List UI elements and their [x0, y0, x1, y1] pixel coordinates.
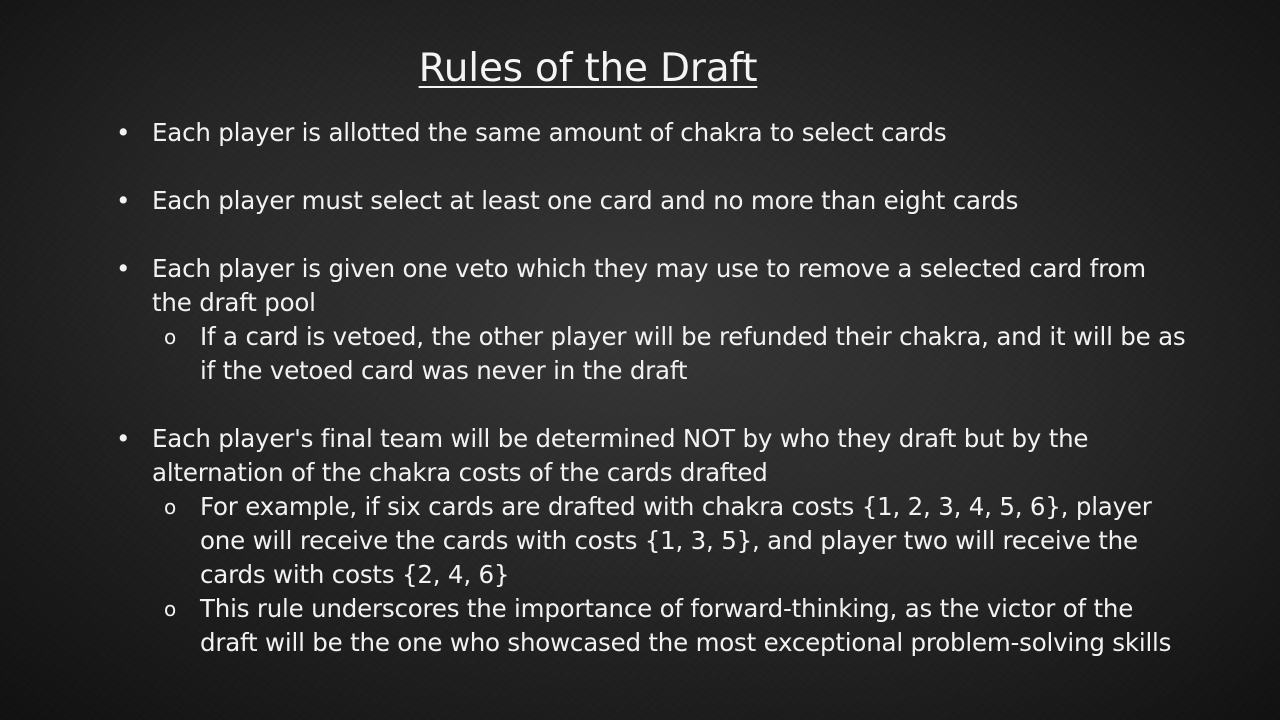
- rule-text: Each player's final team will be determi…: [152, 424, 1089, 487]
- rule-subitem-text: For example, if six cards are drafted wi…: [200, 492, 1152, 589]
- rule-subitem-text: If a card is vetoed, the other player wi…: [200, 322, 1186, 385]
- bullet-icon: •: [116, 186, 131, 215]
- rule-text: Each player must select at least one car…: [152, 186, 1019, 215]
- rule-text: Each player is given one veto which they…: [152, 254, 1146, 317]
- bullet-icon: •: [116, 424, 131, 453]
- rule-subitem-text: This rule underscores the importance of …: [200, 594, 1172, 657]
- rule-item-4: • Each player's final team will be deter…: [112, 422, 1192, 660]
- rule-subitem: o This rule underscores the importance o…: [152, 592, 1192, 660]
- sub-bullet-icon: o: [164, 325, 177, 349]
- rule-text: Each player is allotted the same amount …: [152, 118, 947, 147]
- slide-title: Rules of the Draft: [418, 46, 758, 91]
- rules-list: • Each player is allotted the same amoun…: [112, 116, 1192, 694]
- rule-item-2: • Each player must select at least one c…: [112, 184, 1192, 218]
- bullet-icon: •: [116, 254, 131, 283]
- sub-bullet-icon: o: [164, 495, 177, 519]
- slide: Rules of the Draft • Each player is allo…: [0, 0, 1280, 720]
- rule-subitem: o If a card is vetoed, the other player …: [152, 320, 1192, 388]
- rule-item-3: • Each player is given one veto which th…: [112, 252, 1192, 388]
- rule-subitem: o For example, if six cards are drafted …: [152, 490, 1192, 592]
- sub-bullet-icon: o: [164, 597, 177, 621]
- bullet-icon: •: [116, 118, 131, 147]
- rule-item-1: • Each player is allotted the same amoun…: [112, 116, 1192, 150]
